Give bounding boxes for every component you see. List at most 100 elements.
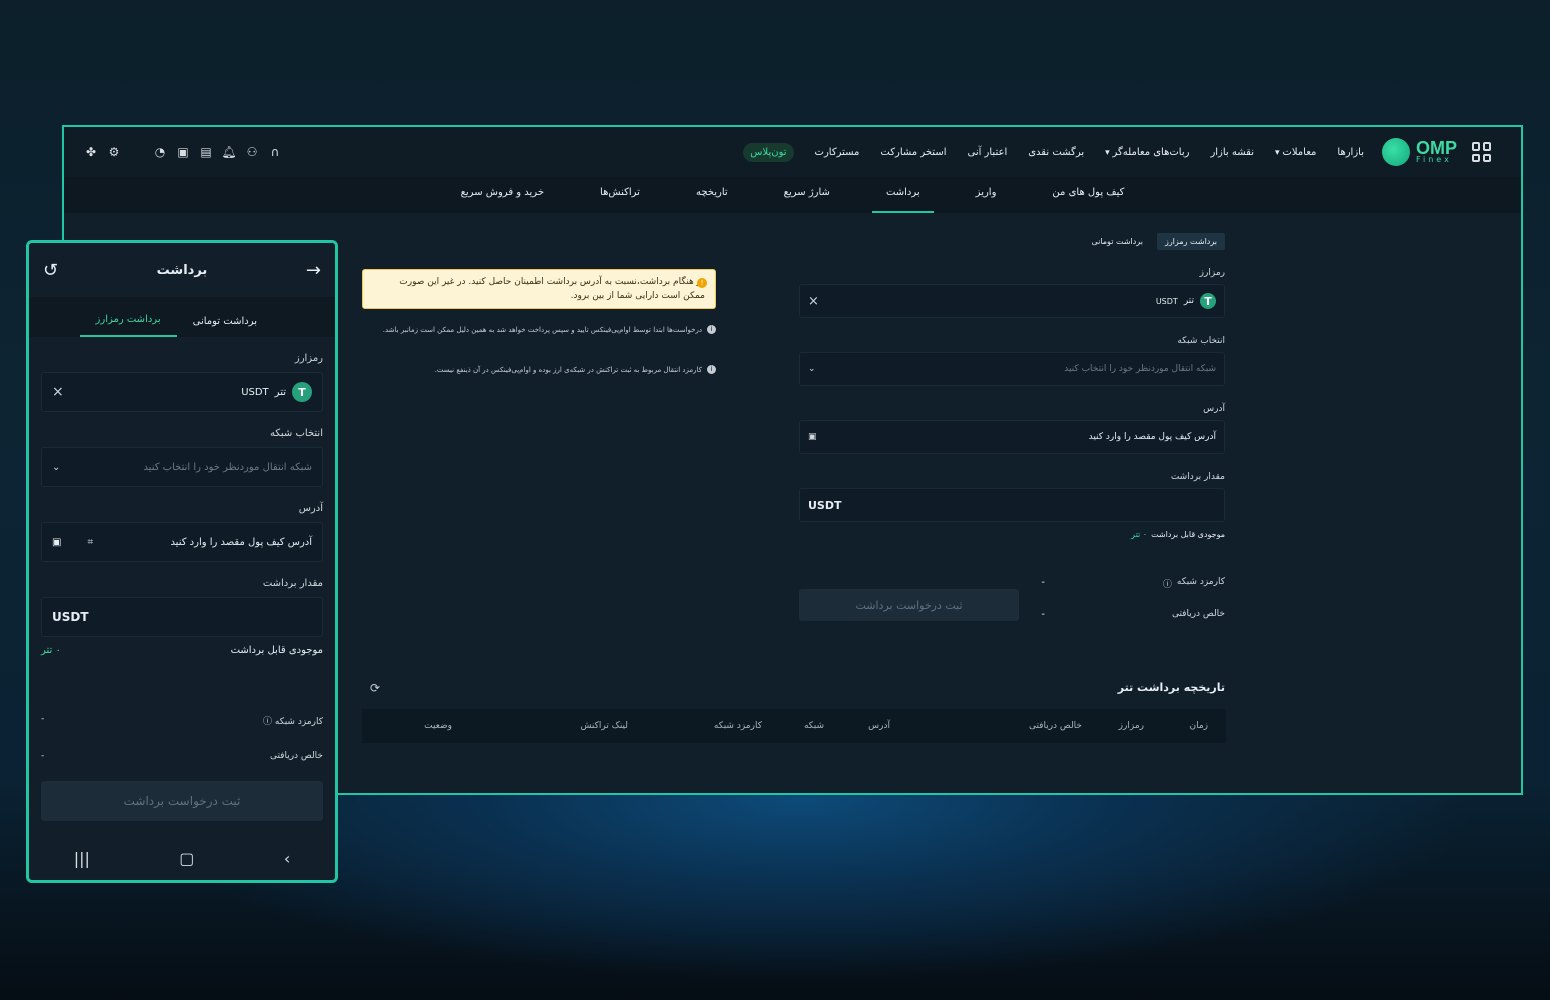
back-icon[interactable]: ‹ xyxy=(284,849,290,868)
gear-icon[interactable]: ⚙ xyxy=(107,145,121,159)
mobile-coin-label: رمزارز xyxy=(294,353,323,364)
address-input[interactable]: آدرس کیف پول مقصد را وارد کنید ▣ xyxy=(799,420,1225,454)
available-balance: موجودی قابل برداشت ۰ تتر xyxy=(799,530,1225,539)
chevron-down-icon: ⌄ xyxy=(808,364,816,374)
network-placeholder: شبکه انتقال موردنظر خود را انتخاب کنید xyxy=(1064,364,1216,374)
arrow-right-icon[interactable]: → xyxy=(306,260,321,281)
amount-unit: USDT xyxy=(808,498,842,512)
fee-label: کارمزد شبکه xyxy=(1176,577,1225,587)
scan-qr-icon[interactable]: ⌗ xyxy=(87,537,93,548)
subnav-my-wallets[interactable]: کیف پول های من xyxy=(1038,177,1138,213)
network-select[interactable]: شبکه انتقال موردنظر خود را انتخاب کنید ⌄ xyxy=(799,352,1225,386)
tab-toman-withdraw[interactable]: برداشت تومانی xyxy=(1083,233,1151,250)
nav-bots[interactable]: ربات‌های معامله‌گر xyxy=(1105,147,1190,158)
nav-instant-credit[interactable]: اعتبار آنی xyxy=(967,147,1007,158)
nav-cashback[interactable]: برگشت نقدی xyxy=(1028,147,1084,158)
bell-icon[interactable]: 🔔︎ xyxy=(221,145,236,159)
nav-markets[interactable]: بازارها xyxy=(1337,147,1364,158)
receipt-icon[interactable]: ▤ xyxy=(199,145,213,159)
net-label: خالص دریافتی xyxy=(1171,609,1225,619)
info-icon: i xyxy=(707,365,716,374)
note-fee: i کارمزد انتقال مربوط به ثبت تراکنش در ش… xyxy=(362,363,716,377)
subnav-quick-charge[interactable]: شارژ سریع xyxy=(770,177,844,213)
network-label: انتخاب شبکه xyxy=(1177,336,1225,346)
history-icon[interactable]: ↺ xyxy=(43,260,58,281)
nav-tonplus-badge[interactable]: تون‌پلاس xyxy=(743,142,794,162)
apps-grid-icon[interactable] xyxy=(1471,142,1491,162)
mobile-withdraw-tabs: برداشت تومانی برداشت رمزارز xyxy=(29,297,335,337)
address-label: آدرس xyxy=(1203,404,1225,414)
mobile-net-label: خالص دریافتی xyxy=(269,751,323,761)
info-icon: ⓘ xyxy=(263,717,273,727)
clear-coin-icon[interactable]: × xyxy=(808,294,819,309)
headset-icon[interactable]: ∩ xyxy=(268,145,282,159)
refresh-icon[interactable]: ⟳ xyxy=(370,681,380,695)
mobile-network-select[interactable]: شبکه انتقال موردنظر خود را انتخاب کنید ⌄ xyxy=(41,447,323,487)
mobile-coin-symbol: USDT xyxy=(241,386,269,398)
subnav-deposit[interactable]: واریز xyxy=(962,177,1011,213)
address-placeholder: آدرس کیف پول مقصد را وارد کنید xyxy=(1088,432,1216,442)
note-approval-text: درخواست‌ها ابتدا توسط اوام‌پی‌فینکس تایی… xyxy=(382,326,702,334)
info-icon: i xyxy=(707,325,716,334)
tab-crypto-withdraw[interactable]: برداشت رمزارز xyxy=(1156,233,1225,250)
main-nav: بازارها معاملات نقشه بازار ربات‌های معام… xyxy=(743,142,1364,162)
mobile-fee-label-text: کارمزد شبکه xyxy=(274,717,323,727)
mobile-network-placeholder: شبکه انتقال موردنظر خود را انتخاب کنید xyxy=(143,461,312,473)
warning-icon: ! xyxy=(697,278,707,288)
nav-mastercard[interactable]: مسترکارت xyxy=(815,147,860,158)
mobile-available-balance: موجودی قابل برداشت ۰ تتر xyxy=(41,645,323,656)
col-time: زمان xyxy=(1189,721,1208,731)
col-tx-link: لینک تراکنش xyxy=(580,721,628,731)
logo-mark-icon xyxy=(1381,138,1410,166)
wallet-icon[interactable]: ▣ xyxy=(176,145,190,159)
mobile-fee-label: کارمزد شبکه ⓘ xyxy=(263,714,323,727)
address-book-icon[interactable]: ▣ xyxy=(52,537,61,548)
nav-trades[interactable]: معاملات xyxy=(1275,147,1316,158)
fee-row: کارمزد شبکه ⓘ xyxy=(1163,577,1225,590)
warning-text: در هنگام برداشت،نسبت به آدرس برداشت اطمی… xyxy=(399,277,705,301)
home-icon[interactable]: ▢ xyxy=(179,849,194,868)
tether-icon: T xyxy=(292,382,312,402)
subnav-quick-trade[interactable]: خرید و فروش سریع xyxy=(447,177,558,213)
mobile-submit-button[interactable]: ثبت درخواست برداشت xyxy=(41,781,323,821)
mobile-fee-value: - xyxy=(41,714,45,724)
col-address: آدرس xyxy=(868,721,890,731)
col-net-received: خالص دریافتی xyxy=(1028,721,1082,731)
logo[interactable]: OMP Finex xyxy=(1381,137,1457,166)
submit-withdraw-button[interactable]: ثبت درخواست برداشت xyxy=(799,589,1019,621)
mobile-coin-select[interactable]: T تتر USDT × xyxy=(41,372,323,412)
fee-value: - xyxy=(1041,577,1045,588)
mobile-address-placeholder: آدرس کیف پول مقصد را وارد کنید xyxy=(170,536,312,548)
subnav-transactions[interactable]: تراکنش‌ها xyxy=(586,177,654,213)
mobile-address-label: آدرس xyxy=(298,503,323,514)
subnav-history[interactable]: تاریخچه xyxy=(682,177,742,213)
mobile-network-label: انتخاب شبکه xyxy=(270,428,323,439)
top-icons: ✤ ⚙ ◔ ▣ ▤ 🔔︎ ⚇ ∩ xyxy=(84,145,282,159)
chevron-down-icon: ⌄ xyxy=(52,461,61,473)
history-table-header: زمان رمزارز خالص دریافتی آدرس شبکه کارمز… xyxy=(362,709,1226,743)
note-fee-text: کارمزد انتقال مربوط به ثبت تراکنش در شبک… xyxy=(434,366,702,374)
mobile-amount-input[interactable]: USDT xyxy=(41,597,323,637)
col-coin: رمزارز xyxy=(1118,721,1144,731)
address-book-icon[interactable]: ▣ xyxy=(808,432,817,442)
nav-market-map[interactable]: نقشه بازار xyxy=(1210,147,1254,158)
mobile-available-label: موجودی قابل برداشت xyxy=(230,645,323,656)
logo-text: OMP xyxy=(1415,137,1457,158)
mobile-address-input[interactable]: آدرس کیف پول مقصد را وارد کنید ⌗ ▣ xyxy=(41,522,323,562)
recent-apps-icon[interactable]: ||| xyxy=(74,849,90,868)
user-icon[interactable]: ⚇ xyxy=(245,145,259,159)
puzzle-icon[interactable]: ✤ xyxy=(84,145,98,159)
available-value: ۰ تتر xyxy=(1131,530,1148,539)
coin-select[interactable]: T تتر USDT × xyxy=(799,284,1225,318)
coin-symbol: USDT xyxy=(1155,296,1178,306)
speedometer-icon[interactable]: ◔ xyxy=(153,145,167,159)
clear-coin-icon[interactable]: × xyxy=(52,384,64,400)
address-warning: ! در هنگام برداشت،نسبت به آدرس برداشت اط… xyxy=(362,269,716,309)
mobile-tab-toman[interactable]: برداشت تومانی xyxy=(177,316,273,337)
mobile-net-row: خالص دریافتی - xyxy=(41,751,323,761)
nav-pool[interactable]: استخر مشارکت xyxy=(880,147,946,158)
amount-label: مقدار برداشت xyxy=(1170,472,1225,482)
amount-input[interactable]: USDT xyxy=(799,488,1225,522)
mobile-tab-crypto[interactable]: برداشت رمزارز xyxy=(79,314,177,337)
subnav-withdraw[interactable]: برداشت xyxy=(871,177,934,213)
